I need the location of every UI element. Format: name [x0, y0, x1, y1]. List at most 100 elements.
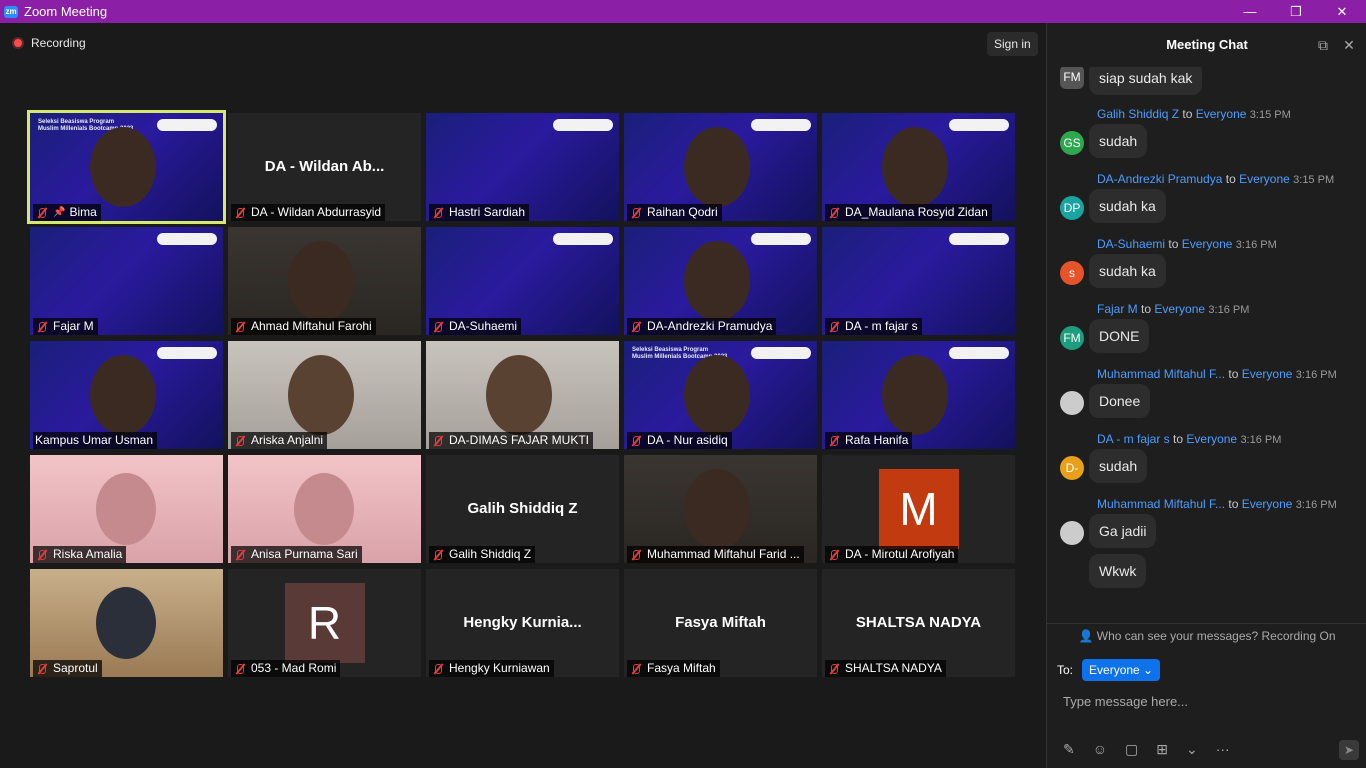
participant-face — [684, 469, 750, 549]
message-header: DA - m fajar s to Everyone 3:16 PM — [1097, 432, 1282, 446]
participant-name-label: DA - Wildan Abdurrasyid — [231, 204, 386, 221]
emoji-icon[interactable]: ☺ — [1093, 741, 1107, 758]
person-icon: 👤 — [1078, 629, 1094, 643]
avatar: FM — [1060, 67, 1084, 89]
sign-in-button[interactable]: Sign in — [987, 32, 1038, 56]
video-tile[interactable]: Ahmad Miftahul Farohi — [228, 227, 421, 335]
avatar — [1060, 391, 1084, 415]
to-label: To: — [1057, 663, 1074, 677]
close-button[interactable]: ✕ — [1319, 0, 1365, 23]
participant-face — [90, 355, 156, 435]
muted-mic-icon — [629, 206, 643, 220]
participant-name-label: DA - m fajar s — [825, 318, 922, 335]
chat-toolbar: ✎ ☺ ▢ ⊞ ⌄ ··· — [1063, 741, 1230, 758]
avatar: GS — [1060, 131, 1084, 155]
format-icon[interactable]: ✎ — [1063, 741, 1075, 758]
video-tile[interactable]: Kampus Umar Usman — [30, 341, 223, 449]
video-tile[interactable]: DA - Wildan Ab... DA - Wildan Abdurrasyid — [228, 113, 421, 221]
participant-name-label: Muhammad Miftahul Farid ... — [627, 546, 804, 563]
gallery-grid: Seleksi Beasiswa Program Muslim Millenial… — [27, 110, 1016, 678]
participant-face — [684, 241, 750, 321]
file-icon[interactable]: ▢ — [1125, 741, 1138, 758]
sponsor-logo — [157, 119, 217, 131]
sponsor-logo — [553, 233, 613, 245]
video-tile[interactable]: DA-Suhaemi — [426, 227, 619, 335]
recipient-dropdown[interactable]: Everyone ⌄ — [1082, 659, 1161, 681]
message-input[interactable]: Type message here... — [1063, 694, 1188, 709]
video-tile[interactable]: Muhammad Miftahul Farid ... — [624, 455, 817, 563]
message-bubble: Donee — [1089, 384, 1151, 418]
video-tile[interactable]: Seleksi Beasiswa Program Muslim Millenial… — [27, 110, 226, 224]
video-tile[interactable]: DA_Maulana Rosyid Zidan — [822, 113, 1015, 221]
message-header: DA-Andrezki Pramudya to Everyone 3:15 PM — [1097, 172, 1335, 186]
muted-mic-icon — [233, 206, 247, 220]
participant-name-label: 053 - Mad Romi — [231, 660, 341, 677]
video-tile[interactable]: M DA - Mirotul Arofiyah — [822, 455, 1015, 563]
video-tile[interactable]: Ariska Anjalni — [228, 341, 421, 449]
participant-name-label: DA-Andrezki Pramudya — [627, 318, 777, 335]
recording-indicator[interactable]: Recording — [12, 36, 86, 50]
participant-face — [684, 127, 750, 207]
participant-name-label: Hastri Sardiah — [429, 204, 530, 221]
message-bubble: sudah ka — [1089, 189, 1166, 223]
participant-display-name: SHALTSA NADYA — [855, 614, 982, 631]
muted-mic-icon — [629, 434, 643, 448]
participant-name-label: DA-DIMAS FAJAR MUKTI — [429, 432, 594, 449]
participant-face — [882, 355, 948, 435]
sponsor-logo — [157, 347, 217, 359]
muted-mic-icon — [629, 548, 643, 562]
message-list: FM siap sudah kak Galih Shiddiq Z to Eve… — [1047, 67, 1366, 620]
video-tile[interactable]: Raihan Qodri — [624, 113, 817, 221]
video-tile[interactable]: SHALTSA NADYA SHALTSA NADYA — [822, 569, 1015, 677]
screenshot-icon[interactable]: ⊞ — [1156, 741, 1168, 758]
sponsor-logo — [949, 347, 1009, 359]
more-icon[interactable]: ··· — [1216, 741, 1230, 758]
video-tile[interactable]: Hengky Kurnia... Hengky Kurniawan — [426, 569, 619, 677]
privacy-notice[interactable]: 👤 Who can see your messages? Recording O… — [1047, 623, 1366, 647]
sponsor-logo — [553, 119, 613, 131]
avatar: DP — [1060, 196, 1084, 220]
participant-name-label: Rafa Hanifa — [825, 432, 913, 449]
video-tile[interactable]: R 053 - Mad Romi — [228, 569, 421, 677]
muted-mic-icon — [431, 206, 445, 220]
participant-name-label: DA - Mirotul Arofiyah — [825, 546, 959, 563]
video-tile[interactable]: Saprotul — [30, 569, 223, 677]
title-bar: zm Zoom Meeting — ❐ ✕ — [0, 0, 1366, 23]
participant-name-label: DA-Suhaemi — [429, 318, 522, 335]
recording-label: Recording — [31, 36, 86, 50]
send-button[interactable]: ➤ — [1339, 740, 1359, 760]
participant-avatar: M — [878, 469, 959, 549]
participant-name-label: Ariska Anjalni — [231, 432, 328, 449]
participant-face — [288, 241, 354, 321]
video-tile[interactable]: Rafa Hanifa — [822, 341, 1015, 449]
video-tile[interactable]: DA-Andrezki Pramudya — [624, 227, 817, 335]
message-bubble: siap sudah kak — [1089, 67, 1203, 95]
window-title: Zoom Meeting — [24, 4, 108, 19]
participant-name-label: Hengky Kurniawan — [429, 660, 554, 677]
participant-name-label: Fajar M — [33, 318, 98, 335]
video-tile[interactable]: Seleksi Beasiswa Program Muslim Millenial… — [624, 341, 817, 449]
video-tile[interactable]: Fasya Miftah Fasya Miftah — [624, 569, 817, 677]
video-tile[interactable]: DA-DIMAS FAJAR MUKTI — [426, 341, 619, 449]
video-tile[interactable]: Hastri Sardiah — [426, 113, 619, 221]
participant-name-label: Raihan Qodri — [627, 204, 722, 221]
video-stage: Recording Sign in Seleksi Beasiswa Progr… — [0, 23, 1046, 768]
minimize-button[interactable]: — — [1227, 0, 1273, 23]
muted-mic-icon — [35, 662, 49, 676]
participant-display-name: Fasya Miftah — [675, 614, 766, 631]
video-tile[interactable]: Anisa Purnama Sari — [228, 455, 421, 563]
avatar: s — [1060, 261, 1084, 285]
video-tile[interactable]: DA - m fajar s — [822, 227, 1015, 335]
close-chat-icon[interactable]: ✕ — [1341, 37, 1357, 53]
popout-icon[interactable]: ⧉ — [1315, 37, 1331, 53]
video-tile[interactable]: Fajar M — [30, 227, 223, 335]
restore-button[interactable]: ❐ — [1273, 0, 1319, 23]
muted-mic-icon — [827, 548, 841, 562]
participant-face — [294, 473, 354, 545]
participant-face — [486, 355, 552, 435]
muted-mic-icon — [233, 548, 247, 562]
chevron-down-icon[interactable]: ⌄ — [1186, 741, 1198, 758]
video-tile[interactable]: Galih Shiddiq Z Galih Shiddiq Z — [426, 455, 619, 563]
participant-face — [90, 127, 156, 207]
video-tile[interactable]: Riska Amalia — [30, 455, 223, 563]
